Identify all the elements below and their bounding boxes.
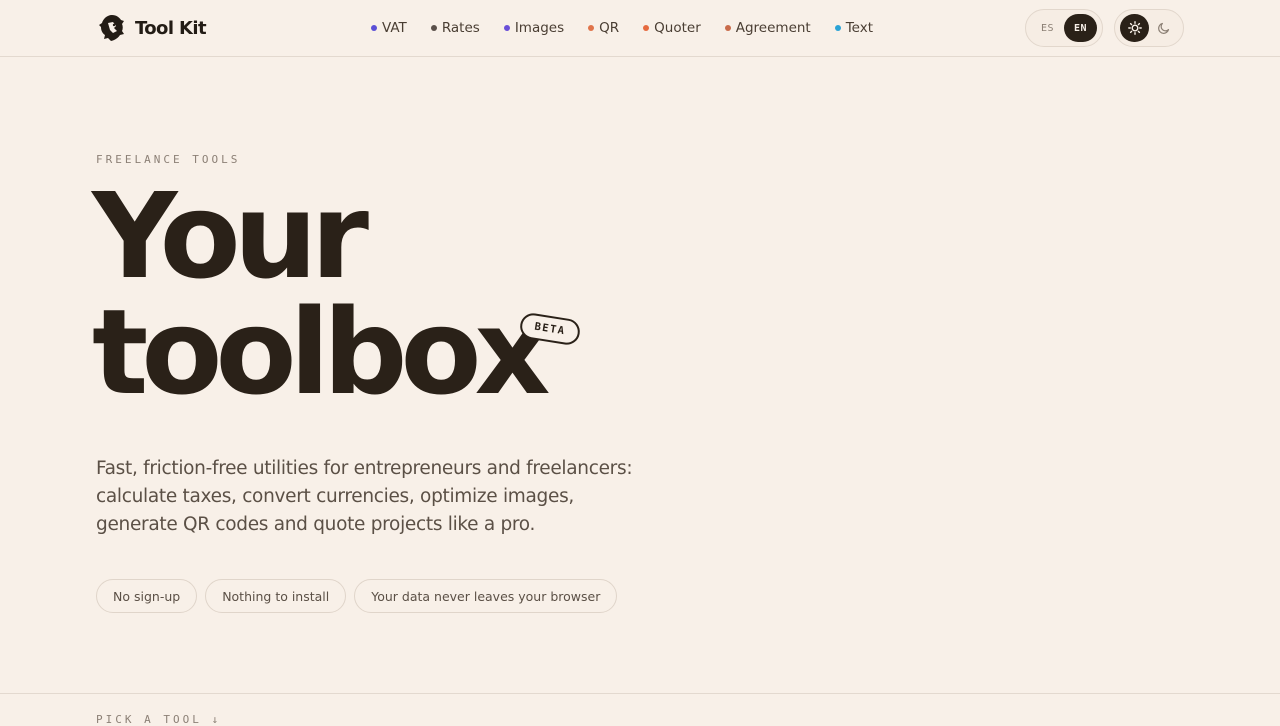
nav-dot-icon [503, 25, 510, 31]
sun-icon [1127, 21, 1142, 35]
nav-dot-icon [834, 25, 841, 31]
lion-head-icon [99, 15, 124, 41]
nav-item-agreement[interactable]: Agreement [724, 20, 811, 36]
nav-item-label: VAT [382, 20, 407, 36]
brand-home-link[interactable]: Tool Kit [99, 13, 207, 43]
nav-item-label: Text [845, 20, 874, 36]
feature-chip: Nothing to install [205, 579, 347, 613]
top-header: Tool Kit VAT Rates Images QR Quoter Agre… [0, 0, 1280, 57]
nav-item-qr[interactable]: QR [588, 20, 619, 36]
section-divider [0, 693, 1280, 694]
light-theme-button[interactable] [1120, 14, 1149, 42]
nav-item-label: Images [514, 20, 565, 36]
nav-item-vat[interactable]: VAT [371, 20, 407, 36]
hero-title: Your toolbox [92, 167, 712, 421]
nav-dot-icon [643, 25, 650, 31]
hero-title-line: Your [92, 167, 369, 305]
nav-dot-icon [371, 25, 377, 31]
nav-item-rates[interactable]: Rates [430, 20, 480, 36]
dark-theme-button[interactable] [1149, 14, 1178, 42]
hero-title-line: toolbox [92, 283, 551, 421]
language-es-button[interactable]: ES [1031, 14, 1064, 42]
nav-dot-icon [724, 25, 731, 31]
nav-item-label: Agreement [735, 20, 811, 36]
nav-dot-icon [430, 25, 437, 31]
hero-eyebrow: FREELANCE TOOLS [96, 153, 241, 166]
nav-item-label: Rates [441, 20, 480, 36]
feature-chip: No sign-up [96, 579, 198, 613]
feature-chip: Your data never leaves your browser [354, 579, 618, 613]
hero-description: Fast, friction-free utilities for entrep… [96, 458, 633, 535]
nav-dot-icon [588, 25, 595, 31]
theme-switcher [1114, 9, 1184, 47]
language-switcher: ES EN [1025, 9, 1103, 47]
nav-item-label: Quoter [654, 20, 701, 36]
nav-item-text[interactable]: Text [834, 20, 874, 36]
main-nav: VAT Rates Images QR Quoter Agreement Tex… [371, 17, 873, 39]
brand-name: Tool Kit [135, 17, 207, 39]
nav-item-label: QR [599, 20, 620, 36]
moon-icon [1157, 22, 1169, 34]
language-en-button[interactable]: EN [1064, 14, 1097, 42]
nav-item-quoter[interactable]: Quoter [643, 20, 701, 36]
feature-chips: No sign-up Nothing to install Your data … [96, 579, 618, 613]
nav-item-images[interactable]: Images [503, 20, 565, 36]
